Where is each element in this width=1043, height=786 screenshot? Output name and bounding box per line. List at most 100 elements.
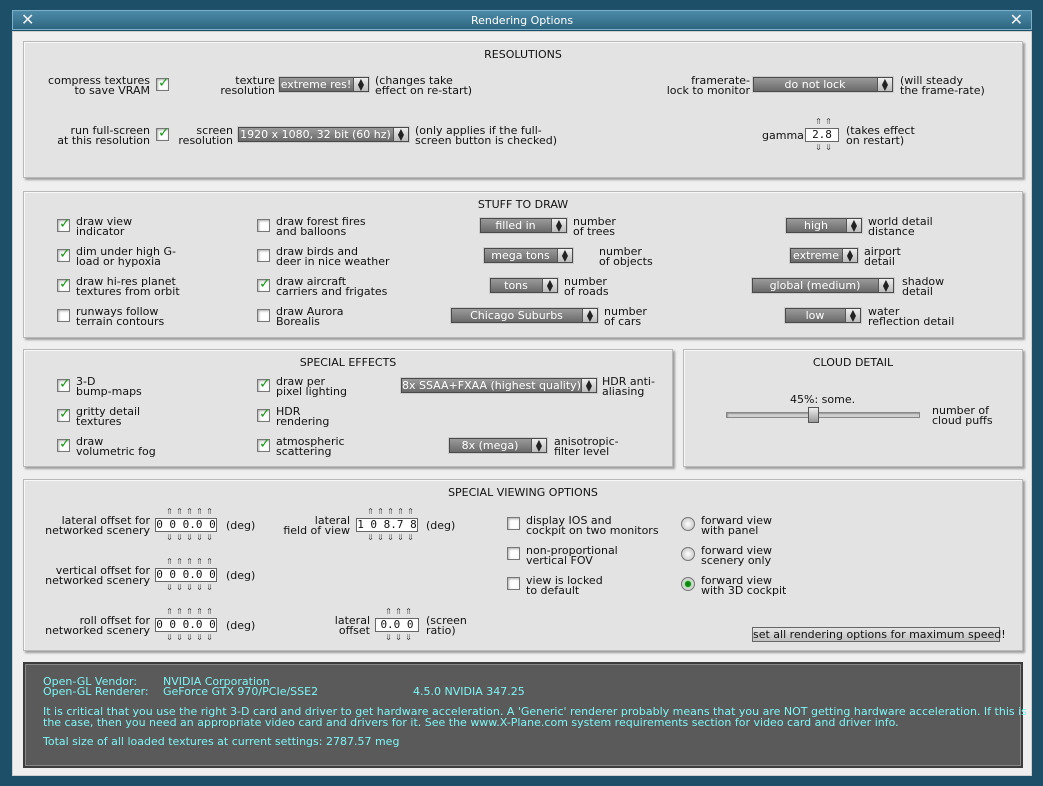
total-textures-text: Total size of all loaded textures at cur… — [43, 735, 400, 748]
world-detail-dropdown[interactable]: high ▲ ▼ — [786, 218, 862, 233]
fov-field[interactable]: 1 0 8.7 8 — [356, 518, 418, 532]
lateral-offset-field[interactable]: 0.0 0 — [375, 618, 419, 632]
roll-net-down-spinner[interactable]: ⇓ ⇓ ⇓ ⇓ ⇓ — [165, 633, 214, 642]
panel-title: RESOLUTIONS — [484, 48, 562, 61]
lateral-offset-up-spinner[interactable]: ⇑ ⇑ ⇑ — [384, 607, 413, 616]
aircraft-carriers-checkbox[interactable]: ✓ — [257, 277, 271, 292]
dim-high-g-label: dim under high G-load or hypoxia — [76, 245, 176, 268]
texture-resolution-dropdown[interactable]: extreme res! ▲ ▼ — [279, 77, 369, 92]
forward-view-3d-cockpit-radio[interactable] — [681, 577, 695, 591]
gamma-up-spinner[interactable]: ⇑ ⇑ — [814, 117, 833, 126]
pixel-lighting-checkbox[interactable]: ✓ — [257, 377, 271, 392]
lateral-net-down-spinner[interactable]: ⇓ ⇓ ⇓ ⇓ ⇓ — [165, 533, 214, 542]
cloud-slider-thumb[interactable] — [808, 407, 820, 423]
lateral-net-up-spinner[interactable]: ⇑ ⇑ ⇑ ⇑ ⇑ — [165, 507, 214, 516]
cloud-value-text: 45%: some. — [790, 393, 856, 406]
screen-resolution-dropdown[interactable]: 1920 x 1080, 32 bit (60 hz) ▲ ▼ — [238, 127, 409, 142]
vertical-net-up-spinner[interactable]: ⇑ ⇑ ⇑ ⇑ ⇑ — [165, 557, 214, 566]
hires-planet-label: draw hi-res planet textures from orbit — [76, 275, 180, 298]
run-fullscreen-checkbox[interactable]: ✓ — [156, 126, 170, 141]
pixel-lighting-label: draw per pixel lighting — [276, 375, 347, 398]
atmospheric-scattering-checkbox[interactable]: ✓ — [257, 437, 271, 452]
airport-detail-dropdown[interactable]: extreme ▲ ▼ — [790, 248, 858, 263]
roll-net-unit: (deg) — [226, 619, 256, 632]
forward-view-panel-radio[interactable] — [681, 517, 695, 531]
screen-resolution-note: (only applies if the full-screen button … — [415, 124, 557, 147]
view-locked-checkbox[interactable] — [507, 577, 520, 590]
water-reflection-label: water reflection detail — [868, 305, 955, 328]
draw-view-indicator-label: draw view indicator — [76, 215, 133, 238]
gritty-detail-label: gritty detail textures — [76, 405, 141, 428]
hdr-rendering-label: HDR rendering — [276, 405, 330, 428]
panel-title: STUFF TO DRAW — [477, 198, 569, 211]
roll-net-up-spinner[interactable]: ⇑ ⇑ ⇑ ⇑ ⇑ — [165, 607, 214, 616]
roads-dropdown[interactable]: tons ▲ ▼ — [490, 278, 558, 293]
framerate-lock-label: framerate-lock to monitor — [666, 74, 750, 97]
birds-deer-checkbox[interactable] — [257, 249, 270, 262]
gritty-detail-checkbox[interactable]: ✓ — [57, 407, 71, 422]
cars-label: number of cars — [604, 305, 647, 328]
hdr-antialiasing-dropdown[interactable]: 8x SSAA+FXAA (highest quality) ▲ ▼ — [401, 378, 597, 393]
ios-two-monitors-label: display IOS and cockpit on two monitors — [526, 514, 659, 537]
volumetric-fog-checkbox[interactable]: ✓ — [57, 437, 71, 452]
view-locked-label: view is locked to default — [526, 574, 603, 597]
gamma-field[interactable]: 2.8 — [805, 128, 839, 142]
vertical-net-field[interactable]: 0 0 0.0 0 — [155, 568, 217, 582]
trees-label: number of trees — [573, 215, 616, 238]
dropdown-arrow-icon: ▲ ▼ — [393, 128, 408, 142]
screen-resolution-label: screen resolution — [178, 124, 233, 147]
compress-textures-checkbox[interactable]: ✓ — [156, 76, 170, 91]
close-icon-right[interactable]: ✕ — [1010, 12, 1023, 28]
dropdown-arrow-icon: ▲ ▼ — [531, 439, 546, 453]
dropdown-arrow-icon: ▲ ▼ — [877, 78, 892, 92]
gamma-down-spinner[interactable]: ⇓ ⇓ — [814, 143, 833, 152]
lateral-net-unit: (deg) — [226, 519, 256, 532]
lateral-offset-unit: (screen ratio) — [426, 614, 467, 637]
bump-maps-label: 3-D bump-maps — [76, 375, 142, 398]
hdr-antialiasing-label: HDR anti-aliasing — [602, 375, 655, 398]
vertical-net-down-spinner[interactable]: ⇓ ⇓ ⇓ ⇓ ⇓ — [165, 583, 214, 592]
lateral-offset-down-spinner[interactable]: ⇓ ⇓ ⇓ — [384, 633, 413, 642]
dropdown-arrow-icon: ▲ ▼ — [557, 249, 572, 263]
cloud-slider-track[interactable] — [726, 412, 920, 418]
objects-dropdown[interactable]: mega tons ▲ ▼ — [484, 248, 573, 263]
water-reflection-dropdown[interactable]: low ▲ ▼ — [785, 308, 861, 323]
cars-dropdown[interactable]: Chicago Suburbs ▲ ▼ — [451, 308, 598, 323]
dim-high-g-checkbox[interactable]: ✓ — [57, 247, 71, 262]
objects-label: number of objects — [599, 245, 653, 268]
warning-line-2: the case, then you need an appropriate v… — [43, 716, 899, 729]
shadow-detail-dropdown[interactable]: global (medium) ▲ ▼ — [752, 278, 894, 293]
panel-title: CLOUD DETAIL — [812, 356, 894, 369]
anisotropic-dropdown[interactable]: 8x (mega) ▲ ▼ — [449, 438, 547, 453]
fov-up-spinner[interactable]: ⇑ ⇑ ⇑ ⇑ ⇑ — [366, 507, 415, 516]
forward-view-scenery-radio[interactable] — [681, 547, 695, 561]
non-proportional-fov-label: non-proportional vertical FOV — [526, 544, 618, 567]
roll-net-field[interactable]: 0 0 0.0 0 — [155, 618, 217, 632]
rendering-options-window: RESOLUTIONS compress textures to save VRA… — [12, 31, 1032, 776]
forward-view-panel-label: forward view with panel — [701, 514, 773, 537]
framerate-lock-dropdown[interactable]: do not lock ▲ ▼ — [753, 77, 893, 92]
dropdown-arrow-icon: ▲ ▼ — [542, 279, 557, 293]
runways-terrain-checkbox[interactable] — [57, 309, 70, 322]
trees-dropdown[interactable]: filled in ▲ ▼ — [480, 218, 567, 233]
bump-maps-checkbox[interactable]: ✓ — [57, 377, 71, 392]
non-proportional-fov-checkbox[interactable] — [507, 547, 520, 560]
dropdown-arrow-icon: ▲ ▼ — [842, 249, 857, 263]
compress-textures-label: compress textures to save VRAM — [48, 74, 150, 97]
max-speed-button[interactable]: set all rendering options for maximum sp… — [752, 627, 1006, 642]
renderer-label: Open-GL Renderer: — [43, 685, 149, 698]
texture-resolution-label: texture resolution — [220, 74, 275, 97]
dropdown-arrow-icon: ▲ ▼ — [846, 219, 861, 233]
ios-two-monitors-checkbox[interactable] — [507, 517, 520, 530]
lateral-net-field[interactable]: 0 0 0.0 0 — [155, 518, 217, 532]
fov-label: lateral field of view — [283, 514, 350, 537]
fov-down-spinner[interactable]: ⇓ ⇓ ⇓ ⇓ ⇓ — [366, 533, 415, 542]
hdr-rendering-checkbox[interactable]: ✓ — [257, 407, 271, 422]
special-effects-panel: SPECIAL EFFECTS ✓ 3-D bump-maps ✓ gritty … — [23, 349, 673, 467]
dropdown-arrow-icon: ▲ ▼ — [878, 279, 893, 293]
forest-fires-checkbox[interactable] — [257, 219, 270, 232]
aurora-checkbox[interactable] — [257, 309, 270, 322]
cloud-detail-panel: CLOUD DETAIL 45%: some. number of cloud p… — [683, 349, 1023, 467]
draw-view-indicator-checkbox[interactable]: ✓ — [57, 217, 71, 232]
hires-planet-checkbox[interactable]: ✓ — [57, 277, 71, 292]
